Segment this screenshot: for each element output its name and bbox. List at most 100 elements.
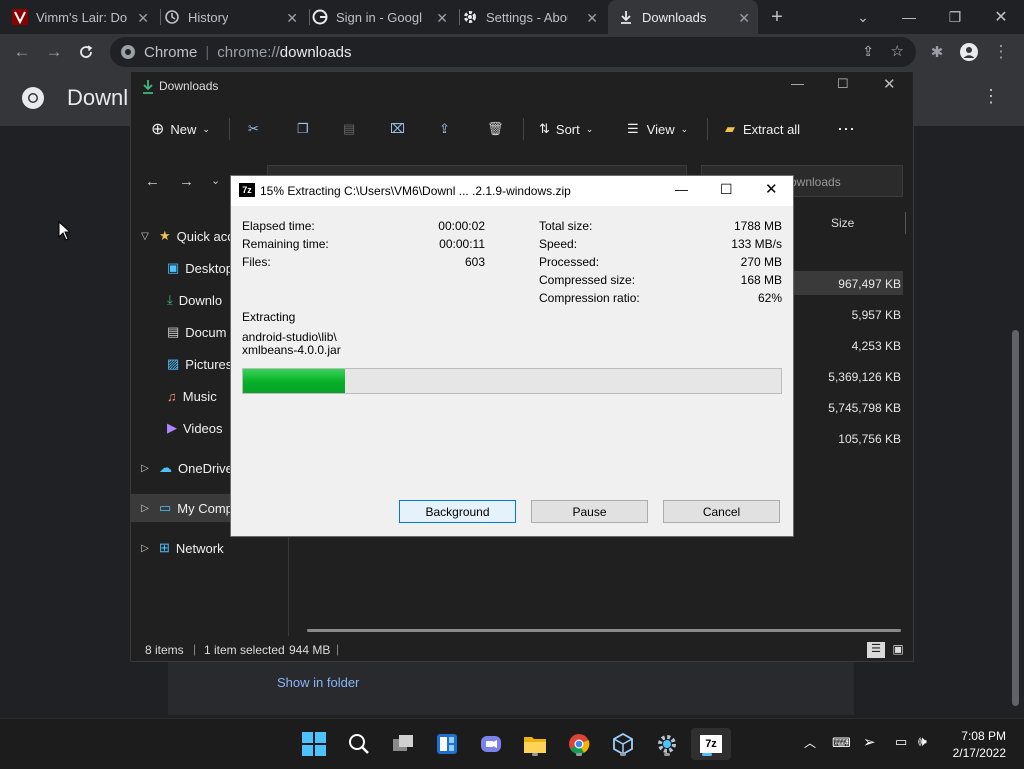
windows-logo-icon (302, 732, 326, 756)
forward-button[interactable]: → (43, 41, 65, 63)
rename-button[interactable]: ⌧ (390, 116, 405, 142)
chrome-taskbar-button[interactable] (563, 728, 595, 760)
tab-label: Downloads (642, 9, 707, 25)
chevron-down-icon: ⌄ (585, 123, 594, 134)
extract-all-button[interactable]: ▰ Extract all (725, 116, 800, 142)
network-status-icon[interactable]: ▭ (895, 734, 907, 750)
status-selection-size: 944 MB (289, 643, 331, 657)
bookmark-star-icon[interactable]: ☆ (891, 42, 904, 60)
restore-button[interactable]: ❐ (932, 0, 978, 34)
tab-label: Sign in - Google (336, 9, 422, 25)
close-tab-icon[interactable]: ✕ (586, 10, 598, 27)
dialog-title: 15% Extracting C:\Users\VM6\Downl ... .2… (260, 184, 571, 198)
tiles-view-button[interactable]: ▣ (889, 642, 907, 658)
tab-sign-in-google[interactable]: Sign in - Google ✕ (312, 0, 456, 34)
share-button[interactable]: ⇪ (439, 116, 450, 142)
status-item-count: 8 items (145, 643, 184, 657)
tab-vimms-lair[interactable]: Vimm's Lair: Do ✕ (12, 0, 157, 34)
more-options-button[interactable]: ⋯ (837, 116, 855, 142)
music-icon: ♫ (167, 388, 177, 404)
onedrive-icon: ☁ (159, 460, 172, 475)
recent-locations-button[interactable]: ⌄ (211, 174, 220, 187)
7zip-taskbar-button[interactable]: 7z (691, 728, 731, 760)
new-button[interactable]: ⊕ New ⌄ (151, 116, 210, 142)
start-button[interactable] (298, 728, 330, 760)
tab-downloads[interactable]: Downloads ✕ (608, 0, 758, 34)
horizontal-scrollbar[interactable] (307, 629, 901, 632)
pictures-icon: ▨ (167, 356, 180, 371)
nav-item-network[interactable]: ▷ ⊞ Network (131, 534, 287, 562)
settings-gear-icon (658, 735, 676, 753)
share-icon[interactable]: ⇪ (862, 43, 874, 60)
copy-button[interactable]: ❐ (297, 116, 309, 142)
clock-date[interactable]: 2/17/2022 (940, 746, 1006, 760)
chevron-right-icon: ▷ (141, 542, 149, 554)
reload-button[interactable] (75, 41, 97, 63)
reload-icon (80, 45, 93, 58)
details-view-button[interactable]: ☰ (867, 642, 885, 658)
dialog-close-button[interactable]: ✕ (765, 180, 778, 198)
file-explorer-taskbar-button[interactable] (519, 728, 551, 760)
new-tab-button[interactable]: + (766, 6, 788, 28)
teams-chat-button[interactable] (475, 728, 507, 760)
keyboard-icon[interactable]: ⌨ (832, 735, 851, 751)
settings-icon (462, 9, 478, 25)
computer-icon: ▭ (159, 500, 172, 515)
widgets-button[interactable] (431, 728, 463, 760)
tab-label: History (188, 9, 229, 25)
minimize-button[interactable]: — (886, 0, 932, 34)
close-window-button[interactable]: ✕ (978, 0, 1024, 34)
tab-settings[interactable]: Settings - Abou ✕ (462, 0, 606, 34)
file-size: 5,369,126 KB (828, 370, 901, 384)
task-view-button[interactable] (387, 728, 419, 760)
chrome-menu-icon[interactable]: ⋮ (990, 41, 1012, 63)
show-hidden-icons-button[interactable]: ︿ (804, 734, 816, 751)
close-tab-icon[interactable]: ✕ (738, 10, 750, 27)
explorer-minimize-button[interactable]: — (791, 76, 804, 91)
tab-history[interactable]: History ✕ (164, 0, 306, 34)
pause-button[interactable]: Pause (531, 500, 648, 523)
dialog-maximize-button[interactable]: ☐ (720, 181, 733, 198)
tab-label: Vimm's Lair: Do (36, 9, 128, 25)
omnibox-site-label: Chrome (144, 43, 198, 61)
close-tab-icon[interactable]: ✕ (137, 10, 149, 27)
tab-search-button[interactable]: ⌄ (840, 0, 886, 34)
virtualbox-taskbar-button[interactable] (607, 728, 639, 760)
cut-button[interactable]: ✂ (248, 116, 259, 142)
progress-fill (243, 369, 346, 393)
volume-icon[interactable]: 🕪︎ (918, 733, 927, 750)
close-tab-icon[interactable]: ✕ (436, 10, 448, 27)
explorer-maximize-button[interactable]: ☐ (837, 76, 849, 92)
location-icon[interactable]: ➢ (863, 733, 876, 751)
background-button[interactable]: Background (399, 500, 516, 523)
paste-button[interactable]: ▤ (343, 116, 355, 142)
cancel-button[interactable]: Cancel (663, 500, 780, 523)
speed-label: Speed: (539, 237, 578, 251)
page-menu-icon[interactable]: ⋮ (982, 86, 1000, 107)
view-button[interactable]: ☰ View ⌄ (627, 116, 688, 142)
back-button[interactable]: ← (11, 41, 33, 63)
extensions-icon[interactable]: ✱ (926, 41, 948, 63)
cube-icon (613, 733, 633, 755)
settings-taskbar-button[interactable] (651, 728, 683, 760)
dialog-minimize-button[interactable]: — (675, 182, 688, 197)
speed-value: 133 MB/s (731, 237, 782, 251)
star-icon: ★ (159, 228, 171, 243)
clock-time[interactable]: 7:08 PM (940, 729, 1006, 743)
tab-strip: Vimm's Lair: Do ✕ History ✕ Sign in - Go… (0, 0, 1024, 34)
profile-avatar[interactable] (958, 41, 980, 63)
address-bar[interactable]: Chrome | chrome://downloads ⇪ ☆ (110, 37, 916, 67)
show-in-folder-link[interactable]: Show in folder (277, 675, 359, 690)
remaining-time-value: 00:00:11 (439, 237, 485, 251)
chevron-down-icon: ⌄ (202, 123, 210, 134)
search-button[interactable] (343, 728, 375, 760)
explorer-close-button[interactable]: ✕ (883, 75, 896, 93)
back-button[interactable]: ← (145, 173, 160, 190)
size-column-header[interactable]: Size (831, 216, 854, 230)
delete-button[interactable]: 🗑︎ (487, 116, 504, 142)
forward-button[interactable]: → (179, 173, 194, 190)
chrome-icon (569, 734, 590, 755)
page-scrollbar[interactable] (1012, 330, 1019, 706)
close-tab-icon[interactable]: ✕ (286, 10, 298, 27)
sort-button[interactable]: ⇅ Sort ⌄ (539, 116, 593, 142)
